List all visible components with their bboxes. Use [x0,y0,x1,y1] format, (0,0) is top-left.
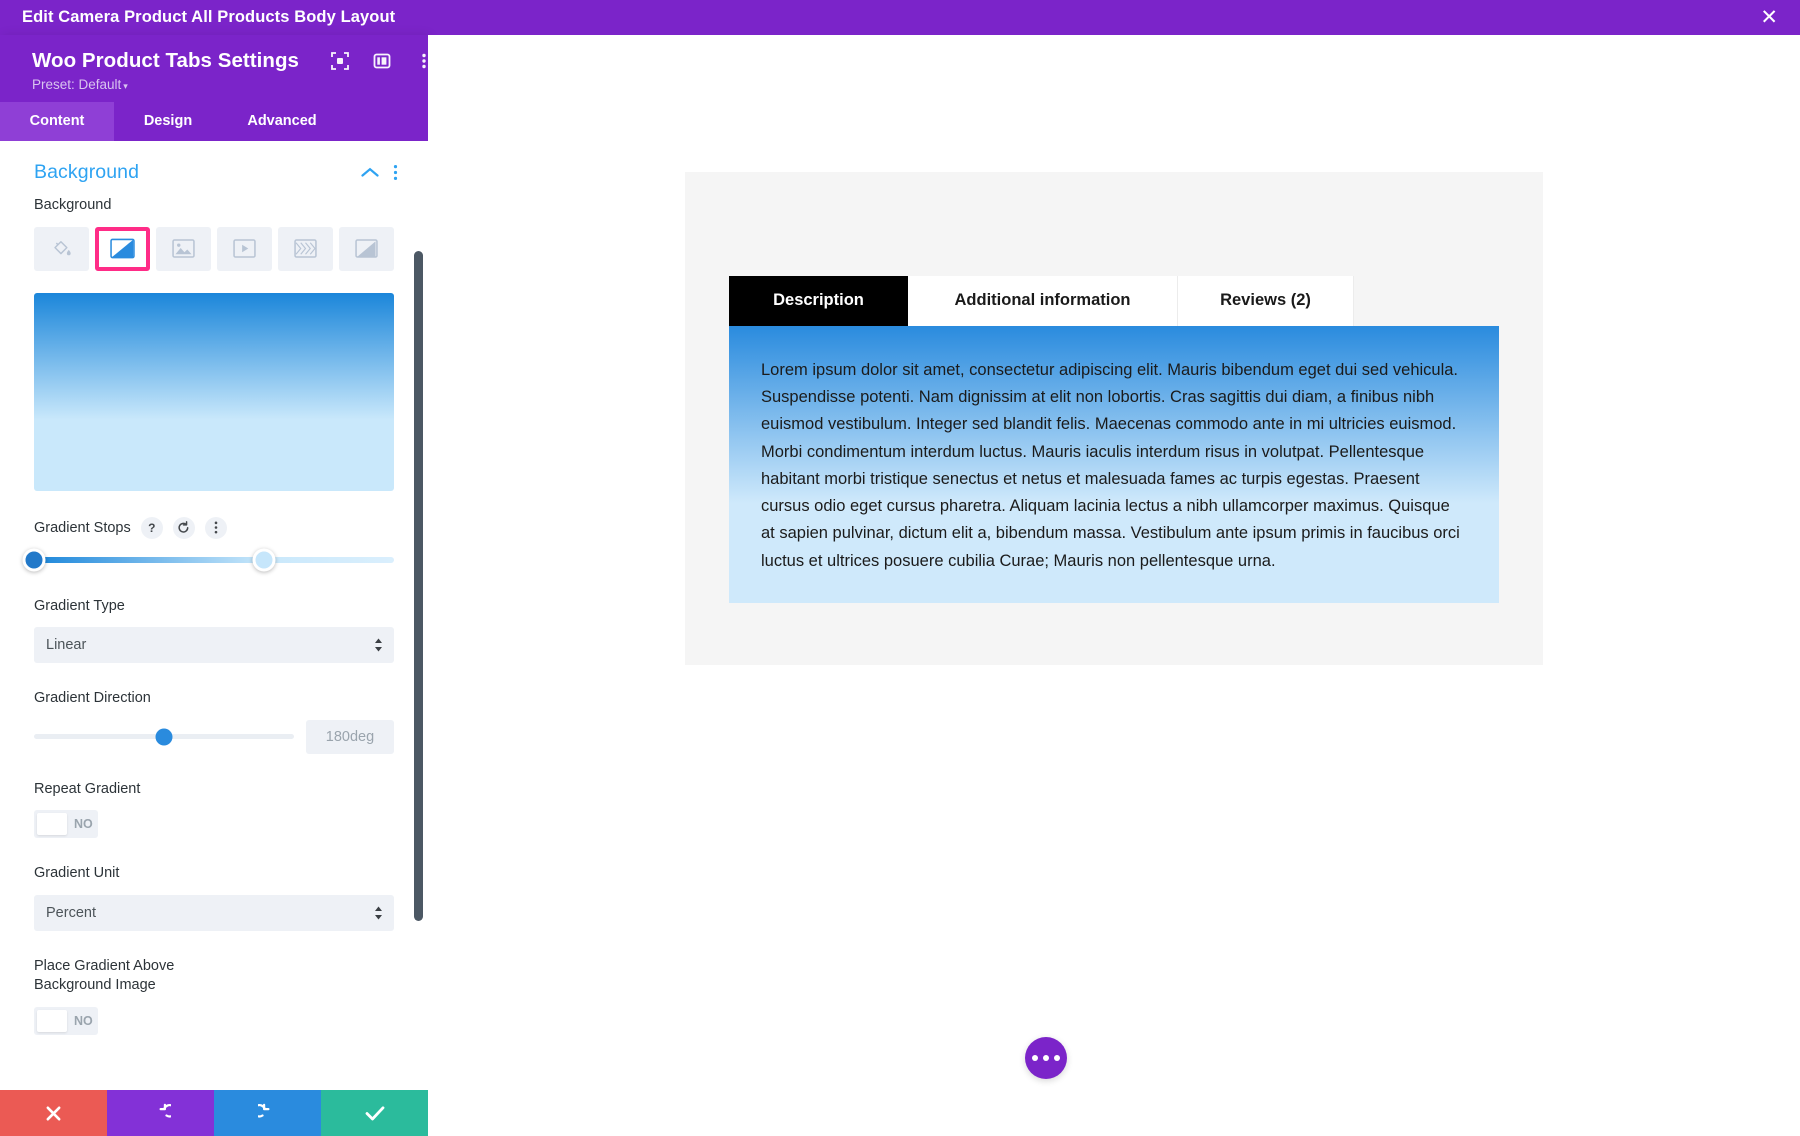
background-mask-option[interactable] [339,226,394,271]
place-gradient-above-toggle-value: NO [74,1013,93,1028]
background-type-field: Background [0,196,428,271]
gradient-unit-select[interactable]: Percent [34,894,394,931]
repeat-gradient-toggle-value: NO [74,817,93,832]
chevron-up-icon[interactable] [361,167,379,178]
panel-body: Background Background Gradient Stops ? G… [0,141,428,1090]
module-settings-panel: Woo Product Tabs Settings Preset: Defaul… [0,35,428,1136]
panel-tab-bar: Content Design Advanced [0,102,428,141]
product-tab-reviews[interactable]: Reviews (2) [1178,276,1354,326]
builder-menu-fab[interactable] [1025,1037,1067,1079]
panel-header-icon-group [329,50,428,72]
redo-button[interactable] [214,1090,321,1136]
product-tab-panel-content: Lorem ipsum dolor sit amet, consectetur … [729,326,1499,603]
chevron-down-icon: ▾ [123,81,128,91]
gradient-direction-label: Gradient Direction [34,690,151,707]
background-gradient-option[interactable] [95,226,150,271]
background-image-option[interactable] [156,226,211,271]
gradient-stops-slider[interactable] [22,548,394,572]
product-tabs-nav: Description Additional information Revie… [729,276,1499,326]
gradient-direction-handle[interactable] [155,728,173,746]
repeat-gradient-toggle[interactable]: NO [34,810,98,839]
mask-icon [355,239,378,258]
gradient-preview-field [0,292,428,491]
tab-content[interactable]: Content [0,102,114,141]
pattern-icon [294,239,317,258]
panel-scrollbar[interactable] [414,251,423,921]
background-type-label: Background [34,197,112,213]
panel-action-bar [0,1090,428,1136]
fab-dot [1054,1055,1060,1061]
gradient-type-label: Gradient Type [34,597,125,614]
gradient-type-select[interactable]: Linear [34,627,394,664]
gradient-direction-field: Gradient Direction [0,689,428,754]
page-title: Edit Camera Product All Products Body La… [22,8,396,26]
product-tab-additional-information[interactable]: Additional information [908,276,1178,326]
gradient-direction-value-input[interactable] [306,719,394,754]
toggle-knob [37,813,67,836]
gradient-unit-field: Gradient Unit Percent [0,864,428,931]
toggle-knob [37,1009,67,1032]
paint-bucket-icon [54,241,71,256]
product-tab-description[interactable]: Description [729,276,908,326]
close-icon[interactable]: ✕ [1754,7,1784,28]
repeat-gradient-label: Repeat Gradient [34,780,141,797]
place-gradient-above-field: Place Gradient Above Background Image NO [0,957,428,1061]
background-type-selector [34,226,394,271]
more-vertical-icon[interactable] [393,164,398,181]
focus-target-icon[interactable] [329,50,351,72]
more-vertical-icon[interactable] [413,50,428,72]
gradient-icon [110,238,135,259]
gradient-stops-label: Gradient Stops [34,519,131,536]
section-title: Background [34,161,140,183]
gradient-stop-handle-1[interactable] [252,548,276,572]
more-vertical-icon[interactable] [204,516,227,539]
background-video-option[interactable] [217,226,272,271]
repeat-gradient-field: Repeat Gradient NO [0,780,428,865]
fab-dot [1043,1055,1049,1061]
question-mark-icon[interactable]: ? [140,516,163,539]
background-pattern-option[interactable] [278,226,333,271]
fab-dot [1032,1055,1038,1061]
gradient-direction-slider[interactable] [34,728,294,746]
background-section-header: Background [0,141,428,196]
reset-arrow-icon[interactable] [172,516,195,539]
tabs-filler [1354,325,1499,326]
preset-selector[interactable]: Preset: Default ▾ [32,77,410,92]
gradient-type-field: Gradient Type Linear [0,597,428,664]
gradient-stop-handle-0[interactable] [22,548,46,572]
gradient-stops-field: Gradient Stops ? [0,516,428,572]
panel-scroll-area: Background Background Gradient Stops ? G… [0,141,428,1090]
undo-button[interactable] [107,1090,214,1136]
gradient-preview[interactable] [34,292,394,491]
tab-advanced[interactable]: Advanced [222,102,342,141]
background-color-option[interactable] [34,226,89,271]
image-icon [172,239,195,258]
panel-header: Woo Product Tabs Settings Preset: Defaul… [0,35,428,102]
divi-builder-screen: Edit Camera Product All Products Body La… [0,0,1800,1136]
builder-canvas: Description Additional information Revie… [428,35,1800,1136]
panel-title: Woo Product Tabs Settings [32,49,299,72]
preset-label: Preset: Default [32,77,122,92]
place-gradient-above-label: Place Gradient Above Background Image [34,957,175,994]
place-gradient-above-toggle[interactable]: NO [34,1006,98,1035]
discard-changes-button[interactable] [0,1090,107,1136]
top-title-bar: Edit Camera Product All Products Body La… [0,0,1800,35]
tab-design[interactable]: Design [114,102,222,141]
gradient-unit-label: Gradient Unit [34,865,120,882]
layout-columns-icon[interactable] [371,50,393,72]
product-tabs-module: Description Additional information Revie… [685,172,1543,665]
save-changes-button[interactable] [321,1090,428,1136]
video-icon [233,239,256,258]
